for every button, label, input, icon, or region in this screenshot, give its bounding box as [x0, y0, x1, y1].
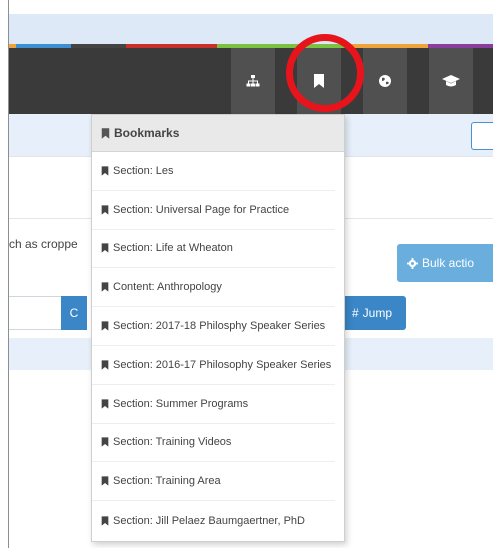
globe-icon	[379, 75, 391, 87]
bookmark-item[interactable]: Section: 2016-17 Philosophy Speaker Seri…	[92, 346, 335, 385]
bookmark-icon	[101, 166, 109, 176]
search-button-label: C	[69, 306, 79, 320]
bookmarks-title: Bookmarks	[114, 126, 180, 140]
bookmark-icon	[101, 243, 109, 254]
toolbar-input[interactable]	[471, 122, 493, 150]
bookmark-icon	[101, 476, 109, 486]
sitemap-icon	[246, 75, 260, 87]
bookmark-item[interactable]: Section: 2017-18 Philosphy Speaker Serie…	[92, 307, 335, 346]
bookmarks-dropdown: Bookmarks Section: Les Section: Universal…	[91, 114, 345, 542]
bookmark-item[interactable]: Section: Jill Pelaez Baumgaertner, PhD	[92, 501, 335, 540]
bookmark-icon	[101, 437, 109, 448]
graduation-button[interactable]	[429, 48, 473, 114]
bookmark-icon	[101, 321, 109, 331]
bookmark-icon	[101, 205, 109, 215]
bookmark-item[interactable]: Section: Universal Page for Practice	[92, 191, 335, 230]
globe-button[interactable]	[363, 48, 407, 114]
jump-button-label: Jump	[362, 306, 393, 320]
bookmark-icon	[101, 127, 110, 139]
bookmark-item-label: Section: Jill Pelaez Baumgaertner, PhD	[113, 514, 305, 527]
bookmark-icon	[101, 399, 109, 409]
bookmark-item-label: Content: Anthropology	[113, 281, 222, 294]
graduation-cap-icon	[442, 75, 460, 87]
sitemap-button[interactable]	[231, 48, 275, 114]
bookmark-item-label: Section: 2017-18 Philosphy Speaker Serie…	[113, 320, 326, 333]
bookmark-item[interactable]: Section: Les	[92, 152, 335, 191]
bookmarks-header: Bookmarks	[92, 115, 344, 152]
bookmark-item-label: Section: Training Videos	[113, 436, 232, 449]
search-button[interactable]: C	[61, 296, 87, 330]
main-navbar	[9, 48, 493, 114]
bookmark-item-label: Section: 2016-17 Philosophy Speaker Seri…	[113, 358, 332, 371]
bookmarks-list: Section: Les Section: Universal Page for …	[92, 152, 344, 540]
app-frame: ch as croppe Bulk actio C # Jump Bookmar…	[8, 0, 493, 548]
description-text: ch as croppe	[9, 237, 78, 251]
highlight-circle	[286, 34, 364, 112]
hash-icon: #	[351, 306, 359, 320]
bookmark-item-label: Section: Summer Programs	[113, 397, 249, 410]
bulk-actions-label: Bulk actio	[422, 256, 475, 270]
bookmark-item-label: Section: Universal Page for Practice	[113, 203, 290, 216]
bookmark-item-label: Section: Training Area	[113, 475, 221, 488]
bookmark-item[interactable]: Section: Training Area	[92, 462, 335, 502]
gear-icon	[407, 257, 418, 269]
search-input[interactable]	[9, 296, 62, 330]
bookmark-item[interactable]: Section: Training Videos	[92, 424, 335, 463]
bookmark-item[interactable]: Section: Life at Wheaton	[92, 230, 335, 269]
bookmark-icon	[101, 515, 109, 526]
bookmark-item[interactable]: Content: Anthropology	[92, 268, 335, 308]
bookmark-item-label: Section: Life at Wheaton	[113, 242, 233, 255]
bookmark-icon	[101, 360, 109, 370]
bulk-actions-button[interactable]: Bulk actio	[397, 244, 493, 282]
top-bar	[9, 14, 493, 44]
bookmark-item-label: Section: Les	[113, 164, 174, 177]
bookmark-item[interactable]: Section: Summer Programs	[92, 385, 335, 424]
bookmark-icon	[101, 282, 109, 292]
jump-button[interactable]: # Jump	[338, 296, 406, 330]
